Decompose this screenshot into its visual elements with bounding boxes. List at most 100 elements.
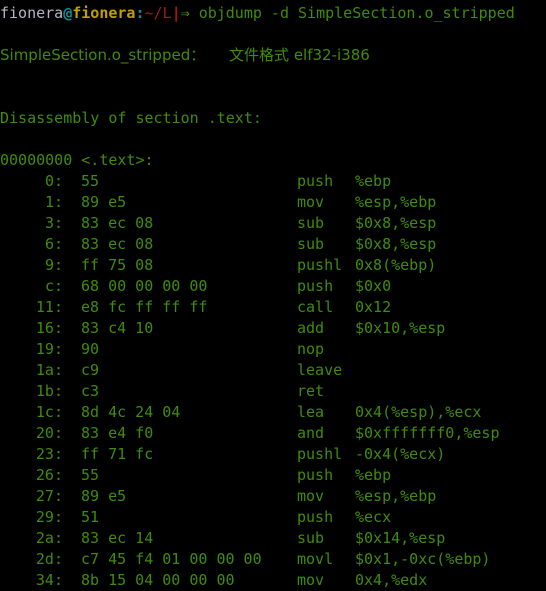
instruction-address: 20:	[35, 424, 63, 442]
disassembly-row: 1: 89 e5 mov %esp,%ebp	[0, 192, 546, 213]
instruction-mnemonic: mov	[297, 487, 325, 505]
instruction-mnemonic: lea	[297, 403, 325, 421]
instruction-operands: 0x4(%esp),%ecx	[355, 403, 482, 421]
instruction-bytes: 55	[81, 466, 100, 484]
instruction-bytes: 89 e5	[81, 193, 127, 211]
instruction-mnemonic: nop	[297, 340, 325, 358]
instruction-bytes: ff 71 fc	[81, 445, 154, 463]
symbol-line: 00000000 <.text>:	[0, 151, 154, 169]
instruction-address: 23:	[35, 445, 63, 463]
instruction-mnemonic: mov	[297, 571, 325, 589]
instruction-mnemonic: pushl	[297, 445, 343, 463]
section-header-line: Disassembly of section .text:	[0, 109, 262, 127]
disassembly-row: 34: 8b 15 04 00 00 00 mov 0x4,%edx	[0, 570, 546, 591]
instruction-operands: %esp,%ebp	[355, 487, 437, 505]
disassembly-row: 1b: c3 ret	[0, 381, 546, 402]
instruction-address: 3:	[44, 214, 63, 232]
disassembly-row: 19: 90 nop	[0, 339, 546, 360]
instruction-bytes: 83 e4 f0	[81, 424, 154, 442]
disassembly-row: 23: ff 71 fc pushl -0x4(%ecx)	[0, 444, 546, 465]
instruction-mnemonic: leave	[297, 361, 343, 379]
instruction-address: 6:	[44, 235, 63, 253]
instruction-mnemonic: add	[297, 319, 325, 337]
instruction-address: 11:	[35, 298, 63, 316]
instruction-operands: $0x8,%esp	[355, 235, 437, 253]
instruction-operands: %ebp	[355, 466, 392, 484]
instruction-mnemonic: pushl	[297, 256, 343, 274]
instruction-address: 1c:	[35, 403, 63, 421]
instruction-mnemonic: push	[297, 172, 334, 190]
instruction-operands: %esp,%ebp	[355, 193, 437, 211]
disassembly-row: 29: 51 push %ecx	[0, 507, 546, 528]
instruction-operands: $0x8,%esp	[355, 214, 437, 232]
instruction-address: 9:	[44, 256, 63, 274]
disassembly-row: 27: 89 e5 mov %esp,%ebp	[0, 486, 546, 507]
instruction-mnemonic: push	[297, 508, 334, 526]
instruction-mnemonic: call	[297, 298, 334, 316]
instruction-address: 16:	[35, 319, 63, 337]
instruction-operands: $0x10,%esp	[355, 319, 446, 337]
command-text[interactable]: objdump -d SimpleSection.o_stripped	[190, 4, 515, 22]
instruction-bytes: 68 00 00 00 00	[81, 277, 208, 295]
disassembly-row: 26: 55 push %ebp	[0, 465, 546, 486]
instruction-address: 19:	[35, 340, 63, 358]
instruction-address: 27:	[35, 487, 63, 505]
disassembly-row: 11: e8 fc ff ff ff call 0x12	[0, 297, 546, 318]
instruction-bytes: ff 75 08	[81, 256, 154, 274]
instruction-bytes: 8d 4c 24 04	[81, 403, 181, 421]
disassembly-row: 0: 55 push %ebp	[0, 171, 546, 192]
instruction-address: 34:	[35, 571, 63, 589]
instruction-address: c:	[44, 277, 63, 295]
instruction-bytes: c7 45 f4 01 00 00 00	[81, 550, 262, 568]
instruction-bytes: 89 e5	[81, 487, 127, 505]
disassembly-row: 1a: c9 leave	[0, 360, 546, 381]
disassembly-row: 16: 83 c4 10 add $0x10,%esp	[0, 318, 546, 339]
prompt-at-symbol: @	[63, 4, 73, 22]
disassembly-listing: 0: 55 push %ebp 1: 89 e5 mov %esp,%ebp 3: 83 ec 0…	[0, 171, 546, 591]
instruction-address: 2a:	[35, 529, 63, 547]
instruction-address: 1:	[44, 193, 63, 211]
instruction-bytes: c3	[81, 382, 100, 400]
instruction-mnemonic: push	[297, 466, 334, 484]
prompt-arrow-icon: ⇒	[180, 4, 190, 22]
instruction-mnemonic: mov	[297, 193, 325, 211]
prompt-hostname: fionera	[72, 4, 136, 22]
instruction-bytes: 51	[81, 508, 100, 526]
instruction-operands: 0x4,%edx	[355, 571, 428, 589]
disassembly-row: 1c: 8d 4c 24 04 lea 0x4(%esp),%ecx	[0, 402, 546, 423]
prompt-line: fionera@fionera:~/L|⇒ objdump -d SimpleS…	[0, 3, 546, 24]
instruction-operands: %ecx	[355, 508, 392, 526]
instruction-bytes: 90	[81, 340, 100, 358]
instruction-operands: 0x12	[355, 298, 392, 316]
instruction-bytes: 83 ec 08	[81, 214, 154, 232]
prompt-username: fionera	[0, 4, 64, 22]
instruction-bytes: e8 fc ff ff ff	[81, 298, 208, 316]
instruction-operands: $0x1,-0xc(%ebp)	[355, 550, 491, 568]
prompt-colon: :	[135, 4, 145, 22]
disassembly-row: 3: 83 ec 08 sub $0x8,%esp	[0, 213, 546, 234]
file-format-line: SimpleSection.o_stripped： 文件格式 elf32-i38…	[0, 46, 370, 64]
instruction-address: 1a:	[35, 361, 63, 379]
disassembly-row: 20: 83 e4 f0 and $0xfffffff0,%esp	[0, 423, 546, 444]
instruction-address: 2d:	[35, 550, 63, 568]
disassembly-row: 9: ff 75 08 pushl 0x8(%ebp)	[0, 255, 546, 276]
terminal-window[interactable]: fionera@fionera:~/L|⇒ objdump -d SimpleS…	[0, 0, 546, 591]
disassembly-row: c: 68 00 00 00 00 push $0x0	[0, 276, 546, 297]
instruction-operands: 0x8(%ebp)	[355, 256, 437, 274]
instruction-bytes: c9	[81, 361, 100, 379]
instruction-mnemonic: sub	[297, 214, 325, 232]
instruction-mnemonic: sub	[297, 529, 325, 547]
instruction-operands: $0x0	[355, 277, 392, 295]
text-cursor: |	[171, 4, 181, 22]
instruction-bytes: 83 c4 10	[81, 319, 154, 337]
instruction-mnemonic: and	[297, 424, 325, 442]
instruction-mnemonic: ret	[297, 382, 325, 400]
instruction-mnemonic: push	[297, 277, 334, 295]
instruction-bytes: 83 ec 08	[81, 235, 154, 253]
instruction-address: 1b:	[35, 382, 63, 400]
instruction-operands: $0xfffffff0,%esp	[355, 424, 500, 442]
